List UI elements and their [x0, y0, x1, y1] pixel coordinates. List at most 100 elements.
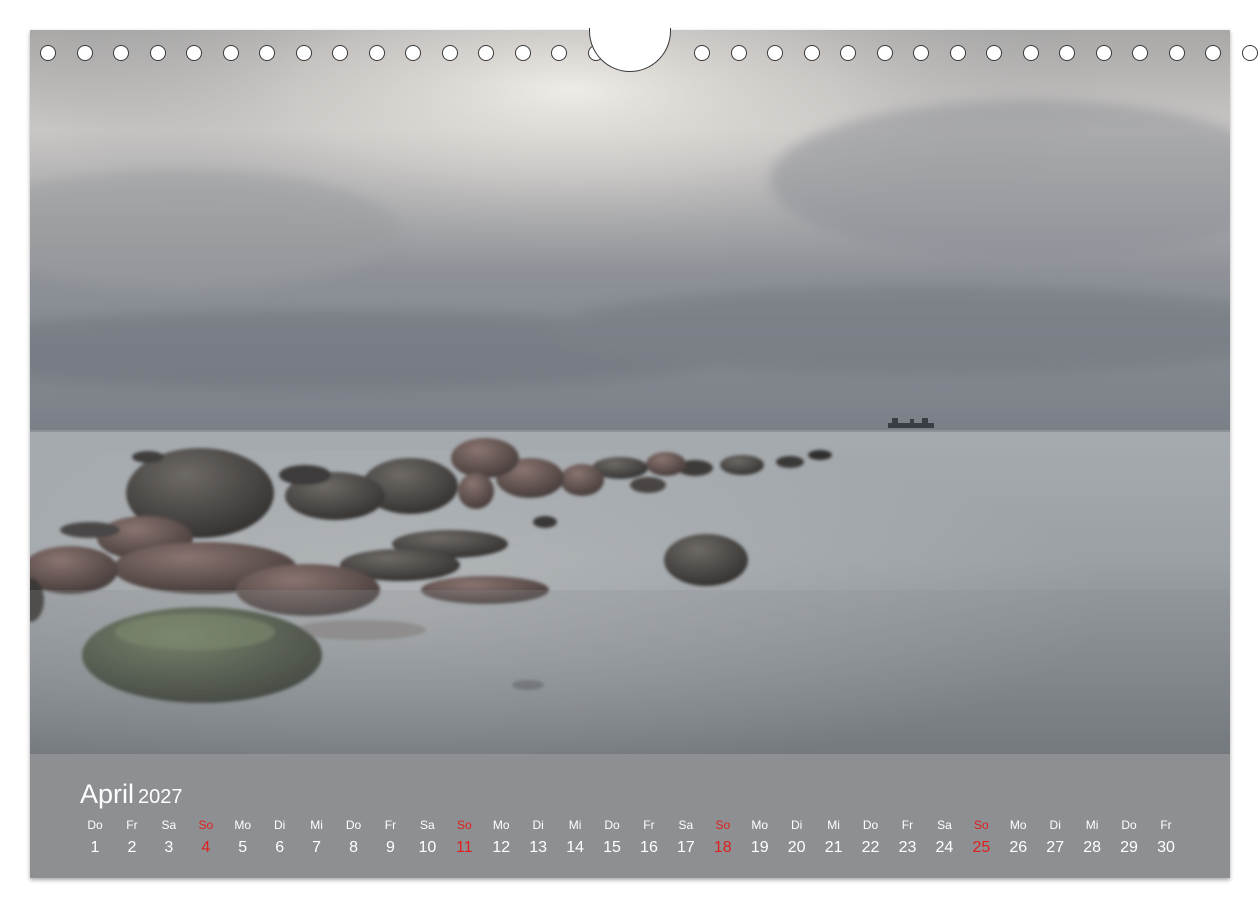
day-number: 7 — [312, 839, 322, 856]
binding-hole — [840, 45, 856, 61]
day-cell: Do 15 — [597, 818, 627, 857]
day-number: 3 — [164, 839, 174, 856]
day-number: 26 — [1009, 839, 1028, 856]
weekday-label: So — [456, 818, 472, 832]
day-cell: Fr 2 — [117, 818, 147, 857]
day-cell: Fr 9 — [375, 818, 405, 857]
day-grid: Do 1 Fr 2 Sa 3 So 4 Mo 5 Di 6 Mi 7 Do 8 Fr 9 Sa 10 So 11 Mo 12 D… — [80, 818, 1180, 868]
day-cell: Di 6 — [265, 818, 295, 857]
weekday-label: Mi — [1085, 818, 1099, 832]
binding-hole — [1095, 45, 1112, 61]
binding-hole — [694, 45, 710, 61]
day-number: 28 — [1083, 839, 1102, 856]
day-number: 1 — [90, 839, 100, 856]
weekday-label: Do — [604, 818, 620, 832]
weekday-label: Mo — [1009, 818, 1027, 832]
binding-hole — [514, 45, 531, 61]
weekday-label: Mi — [568, 818, 582, 832]
weekday-label: Di — [273, 818, 286, 832]
seascape-photo — [30, 30, 1230, 754]
day-number: 24 — [935, 839, 954, 856]
day-number: 12 — [492, 839, 511, 856]
binding-hole — [405, 45, 421, 61]
binding-hole — [368, 45, 385, 61]
binding-hole — [441, 45, 458, 61]
day-cell: So 11 — [449, 818, 479, 857]
weekday-label: Mo — [492, 818, 510, 832]
weekday-label: So — [715, 818, 731, 832]
weekday-label: Do — [87, 818, 103, 832]
day-cell: So 25 — [966, 818, 996, 857]
weekday-label: Mi — [827, 818, 840, 832]
weekday-label: Do — [345, 818, 362, 832]
binding-hole — [1132, 45, 1148, 61]
weekday-label: Fr — [901, 818, 914, 832]
day-number: 30 — [1157, 839, 1175, 856]
binding-hole — [295, 45, 312, 61]
weekday-label: Mo — [234, 818, 252, 832]
day-number: 29 — [1120, 839, 1138, 856]
day-cell: Mi 28 — [1077, 818, 1107, 857]
day-cell: So 18 — [708, 818, 738, 857]
binding-hole — [876, 45, 893, 61]
binding-hole — [1241, 45, 1258, 61]
binding-hole — [332, 45, 348, 61]
day-number: 19 — [750, 839, 769, 856]
binding-hole — [113, 45, 129, 61]
day-cell: Mo 26 — [1003, 818, 1033, 857]
weekday-label: Sa — [678, 818, 694, 832]
day-cell: Di 13 — [523, 818, 553, 857]
day-number: 18 — [713, 839, 732, 856]
weekday-label: Di — [1049, 818, 1061, 832]
day-number: 21 — [824, 839, 843, 856]
day-number: 13 — [529, 839, 548, 856]
day-number: 23 — [898, 839, 917, 856]
day-cell: Fr 16 — [634, 818, 664, 857]
weekday-label: Di — [791, 818, 803, 832]
day-number: 8 — [349, 839, 358, 856]
day-number: 4 — [201, 839, 211, 856]
binding-hole — [551, 45, 567, 61]
binding-hole — [767, 45, 783, 61]
day-cell: Sa 3 — [154, 818, 184, 857]
binding-hole — [186, 45, 202, 61]
binding-hole — [986, 45, 1002, 61]
day-cell: Mi 14 — [560, 818, 590, 857]
day-number: 14 — [566, 839, 584, 856]
day-number: 11 — [455, 839, 473, 856]
day-cell: Do 29 — [1114, 818, 1144, 857]
day-number: 2 — [127, 839, 137, 856]
binding-hole — [803, 45, 820, 61]
month-name: April — [80, 779, 135, 809]
day-cell: Mi 7 — [302, 818, 332, 857]
weekday-label: Do — [862, 818, 879, 832]
weekday-label: Mi — [310, 818, 323, 832]
year: 2027 — [138, 786, 183, 808]
weekday-label: So — [198, 818, 214, 832]
binding-hole — [1168, 45, 1185, 61]
weekday-label: Mo — [751, 818, 769, 832]
day-cell: Sa 10 — [412, 818, 442, 857]
weekday-label: So — [974, 818, 989, 832]
day-number: 17 — [676, 839, 695, 856]
day-number: 25 — [972, 839, 991, 856]
weekday-label: Fr — [384, 818, 397, 832]
day-cell: Do 8 — [339, 818, 369, 857]
weekday-label: Do — [1121, 818, 1137, 832]
day-cell: Sa 17 — [671, 818, 701, 857]
binding-hole — [149, 45, 166, 61]
day-cell: Fr 23 — [892, 818, 922, 857]
day-cell: Do 22 — [856, 818, 886, 857]
day-cell: Sa 24 — [929, 818, 959, 857]
day-number: 27 — [1046, 839, 1065, 856]
day-cell: Mo 12 — [486, 818, 516, 857]
weekday-label: Fr — [643, 818, 655, 832]
binding-hole — [949, 45, 966, 61]
binding-hole — [1022, 45, 1039, 61]
day-cell: Di 27 — [1040, 818, 1070, 857]
day-number: 10 — [418, 839, 437, 856]
day-cell: Fr 30 — [1151, 818, 1181, 857]
binding-hole — [478, 45, 494, 61]
weekday-label: Sa — [161, 818, 177, 832]
day-number: 16 — [640, 839, 658, 856]
